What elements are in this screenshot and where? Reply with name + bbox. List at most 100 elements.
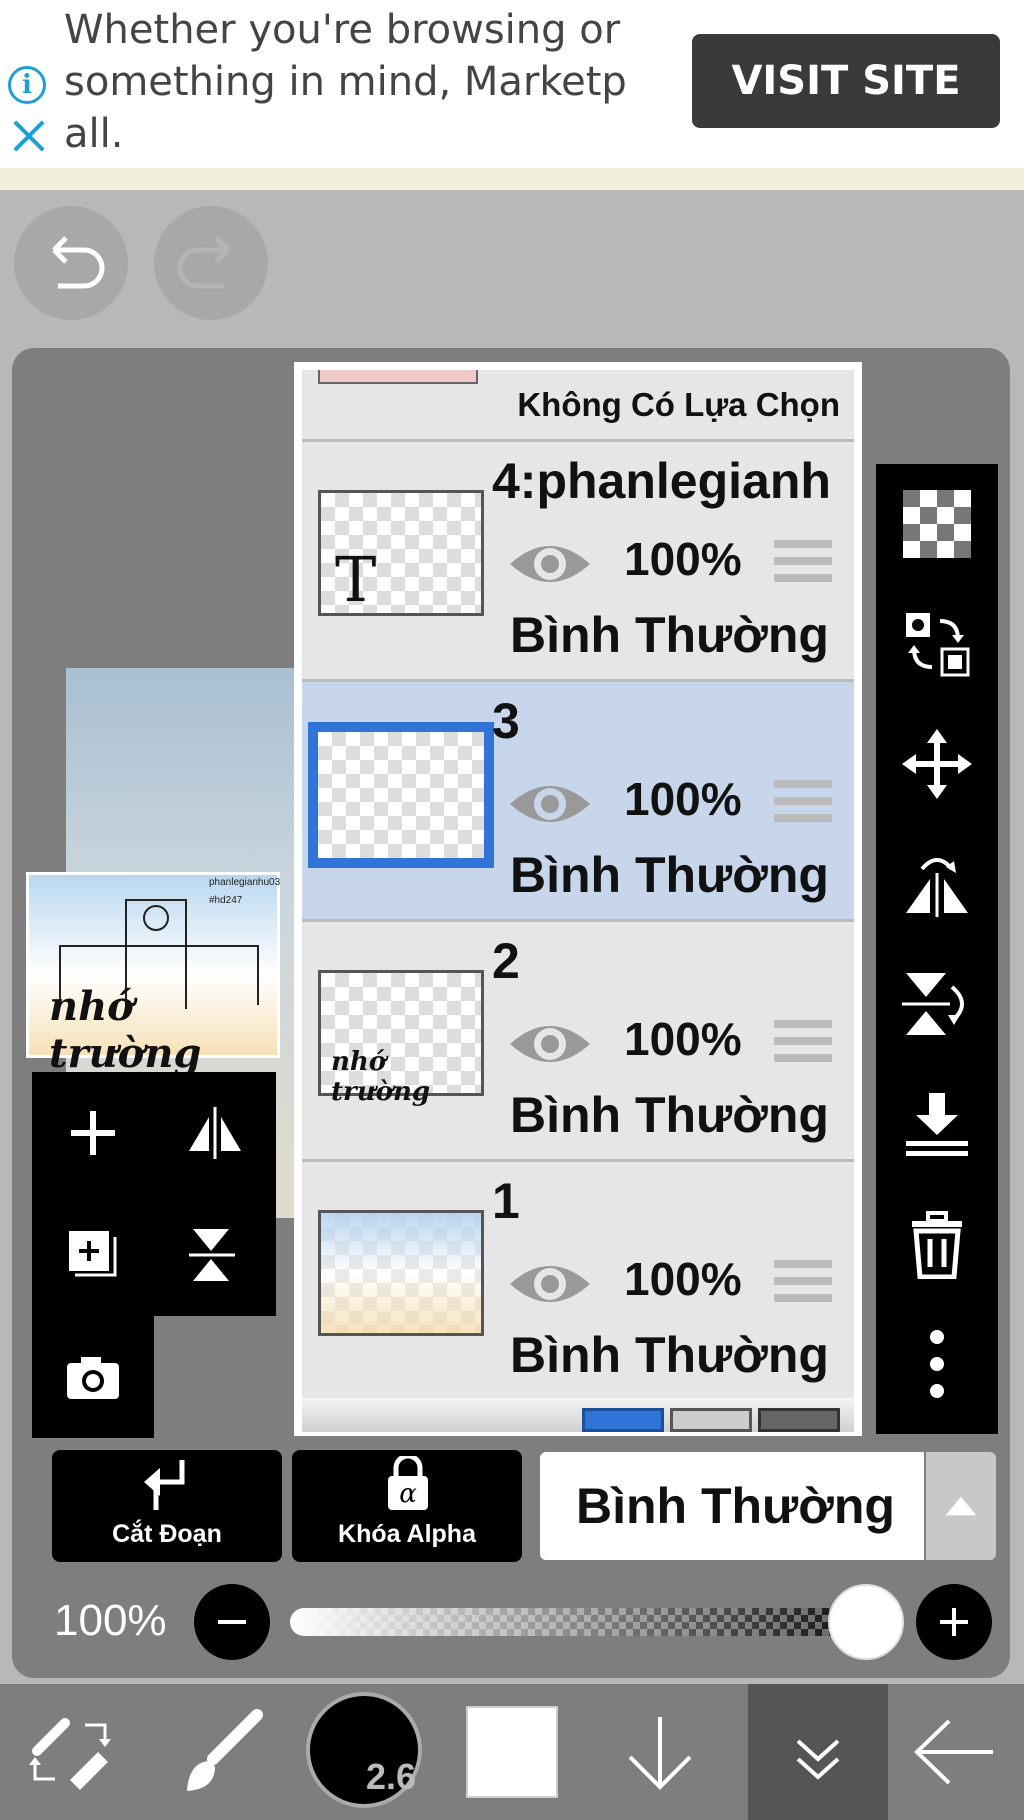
clipping-button[interactable]: Cắt Đoạn <box>52 1450 282 1562</box>
layers-button[interactable] <box>748 1684 888 1820</box>
layer-row-4[interactable]: T 4:phanlegianh 100% Bình Thường <box>302 442 854 682</box>
layer-row-1[interactable]: 1 100% Bình Thường <box>302 1162 854 1402</box>
redo-button[interactable] <box>154 206 268 320</box>
add-layer-button[interactable] <box>32 1072 154 1194</box>
layer-name: 4:phanlegianh <box>492 453 831 509</box>
flip-vertical-icon <box>189 1229 235 1281</box>
opacity-value: 100% <box>54 1596 167 1645</box>
layer-blend-mode: Bình Thường <box>510 1327 829 1383</box>
down-arrow-button[interactable] <box>590 1684 730 1820</box>
paper-color-dark[interactable] <box>758 1408 840 1432</box>
layer-row-3[interactable]: 3 100% Bình Thường <box>302 682 854 922</box>
flip-horizontal-button[interactable] <box>154 1072 276 1194</box>
more-options-icon <box>930 1330 944 1398</box>
color-swatch[interactable] <box>466 1706 558 1798</box>
blend-mode-dropdown-button[interactable] <box>926 1452 996 1560</box>
rotate-flip-horizontal-icon <box>906 858 968 917</box>
layer-blend-mode: Bình Thường <box>510 847 829 903</box>
undo-button[interactable] <box>14 206 128 320</box>
layer-opacity: 100% <box>624 1013 742 1065</box>
paper-color-blue[interactable] <box>582 1408 664 1432</box>
right-layer-tools <box>876 464 998 1434</box>
layer-blend-mode: Bình Thường <box>510 607 829 663</box>
layer-name: 2 <box>492 933 520 989</box>
copy-layer-icon <box>69 1231 117 1277</box>
opacity-decrease-button[interactable] <box>194 1584 270 1660</box>
ad-banner[interactable]: Whether you're browsing or something in … <box>0 0 1024 190</box>
blend-mode-select[interactable]: Bình Thường <box>540 1452 924 1560</box>
selection-thumbnail <box>318 370 478 384</box>
layer-blend-mode: Bình Thường <box>510 1087 829 1143</box>
layer-thumbnail <box>308 722 494 868</box>
arrow-down-icon <box>628 1717 692 1790</box>
ad-text[interactable]: Whether you're browsing or something in … <box>64 4 664 164</box>
eye-icon[interactable] <box>508 776 592 832</box>
layer-name: 1 <box>492 1173 520 1229</box>
merge-down-icon <box>906 1093 968 1156</box>
back-arrow-icon <box>914 1719 993 1785</box>
drag-handle-icon[interactable] <box>774 780 832 828</box>
clipping-arrow-icon <box>144 1460 185 1510</box>
rotate-flip-horizontal-button[interactable] <box>876 824 998 944</box>
move-button[interactable] <box>876 704 998 824</box>
delete-layer-button[interactable] <box>876 1184 998 1304</box>
rotate-flip-vertical-button[interactable] <box>876 944 998 1064</box>
swap-layer-icon <box>906 613 970 677</box>
sky-thumbnail <box>321 1213 481 1333</box>
opacity-slider[interactable] <box>290 1608 900 1636</box>
opacity-increase-button[interactable] <box>916 1584 992 1660</box>
swap-layer-button[interactable] <box>876 584 998 704</box>
brush-button[interactable] <box>150 1684 290 1820</box>
redo-icon <box>177 236 230 289</box>
alpha-lock-label: Khóa Alpha <box>338 1520 476 1548</box>
transparency-icon <box>903 490 971 558</box>
opacity-slider-thumb[interactable] <box>828 1584 904 1660</box>
layer-thumbnail <box>318 1210 484 1336</box>
minus-icon <box>218 1620 246 1624</box>
undo-icon <box>52 236 105 289</box>
bottom-toolbar: 2.6 <box>0 1684 1024 1820</box>
paper-layer-row[interactable] <box>302 1398 854 1432</box>
info-icon[interactable]: i <box>8 66 46 104</box>
layers-scroll[interactable]: Không Có Lựa Chọn T 4:phanlegianh 100% B… <box>302 370 854 1432</box>
drag-handle-icon[interactable] <box>774 1260 832 1308</box>
canvas-preview-thumbnail[interactable]: phanlegianhu03 #hd247 nhớ trường <box>26 872 280 1077</box>
layer-thumbnail: nhớ trường <box>318 970 484 1107</box>
svg-text:α: α <box>399 1479 417 1509</box>
more-options-button[interactable] <box>876 1304 998 1424</box>
layer-opacity: 100% <box>624 533 742 585</box>
transparency-button[interactable] <box>876 464 998 584</box>
triangle-up-icon <box>945 1496 977 1516</box>
slider-checker <box>290 1608 900 1636</box>
lock-icon: α <box>388 1456 428 1510</box>
brush-size-button[interactable]: 2.6 <box>306 1692 422 1808</box>
selection-layer-row[interactable]: Không Có Lựa Chọn <box>302 370 854 442</box>
alpha-lock-button[interactable]: α Khóa Alpha <box>292 1450 522 1562</box>
copy-layer-button[interactable] <box>32 1194 154 1316</box>
plus-icon <box>940 1608 968 1636</box>
clipping-label: Cắt Đoạn <box>112 1520 222 1548</box>
eye-icon[interactable] <box>508 1256 592 1312</box>
back-button[interactable] <box>884 1684 1024 1820</box>
layer-row-2[interactable]: nhớ trường 2 100% Bình Thường <box>302 922 854 1162</box>
flip-vertical-button[interactable] <box>154 1194 276 1316</box>
drag-handle-icon[interactable] <box>774 1020 832 1068</box>
left-layer-tools <box>32 1072 276 1438</box>
tool-switch-button[interactable] <box>0 1684 140 1820</box>
visit-site-button[interactable]: VISIT SITE <box>692 34 1000 128</box>
camera-button[interactable] <box>32 1316 154 1438</box>
layer-opacity: 100% <box>624 1253 742 1305</box>
eye-icon[interactable] <box>508 536 592 592</box>
paper-color-gray[interactable] <box>670 1408 752 1432</box>
flip-horizontal-icon <box>189 1107 241 1159</box>
preview-handwriting: nhớ trường <box>49 983 202 1077</box>
trash-icon <box>912 1211 962 1279</box>
layer-name: 3 <box>492 693 520 749</box>
merge-down-button[interactable] <box>876 1064 998 1184</box>
brush-size-value: 2.6 <box>365 1756 416 1797</box>
drag-handle-icon[interactable] <box>774 540 832 588</box>
eye-icon[interactable] <box>508 1016 592 1072</box>
layer-thumbnail: T <box>318 490 484 616</box>
layers-list[interactable]: Không Có Lựa Chọn T 4:phanlegianh 100% B… <box>294 362 862 1436</box>
close-icon[interactable] <box>10 114 48 154</box>
